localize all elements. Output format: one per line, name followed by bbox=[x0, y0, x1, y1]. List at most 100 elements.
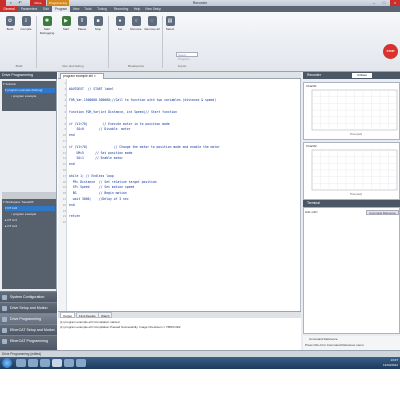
ethercat-programming-icon bbox=[2, 339, 7, 344]
nav-drive-programming[interactable]: Drive Programming bbox=[0, 313, 57, 324]
line-number: 9 bbox=[64, 128, 66, 132]
remove-all-button[interactable]: ◌ Remove all bbox=[144, 14, 160, 54]
taskbar-folder-icon[interactable] bbox=[64, 359, 74, 367]
taskbar-explorer-icon[interactable] bbox=[16, 359, 26, 367]
start-label: Start bbox=[62, 27, 70, 31]
drive-setup-icon bbox=[2, 306, 7, 311]
code-line: SO=0 // Disable motor bbox=[69, 127, 131, 132]
remove-all-label: Remove all bbox=[144, 27, 160, 31]
line-number: 23 bbox=[62, 209, 66, 213]
command-reference-hint: Press Ctrl+4 for Command Reference menu bbox=[305, 343, 364, 347]
group-run-debug: Run and Debug bbox=[62, 64, 84, 68]
taskbar-browser-icon[interactable] bbox=[28, 359, 38, 367]
output-line: (1) program example.ehl Compilation Pass… bbox=[60, 325, 181, 329]
workspace-header bbox=[2, 192, 56, 199]
line-number: 19 bbox=[62, 186, 66, 190]
build-label: Build bbox=[6, 27, 14, 31]
taskbar-clock[interactable]: 13:07 14/04/2012 bbox=[372, 358, 398, 368]
tree-label: program example bbox=[12, 94, 37, 98]
set-breakpoint-button[interactable]: ● Set bbox=[112, 14, 128, 54]
remove-all-icon: ◌ bbox=[147, 16, 157, 26]
set-label: Set bbox=[117, 27, 123, 31]
line-number: 5 bbox=[64, 105, 66, 109]
line-number: 2 bbox=[64, 87, 66, 91]
emergency-stop-button[interactable]: STOP bbox=[383, 44, 398, 59]
line-number: 16 bbox=[62, 169, 66, 172]
tree-item-dt-ax0[interactable]: ▾ DT Ax0 bbox=[5, 206, 55, 211]
tree-label: Workspace 'Saved#1' bbox=[5, 200, 35, 204]
terminal-header: Terminal bbox=[303, 200, 400, 207]
clock-time: 13:07 bbox=[390, 358, 398, 362]
tree-label: DT Ax1 bbox=[7, 218, 18, 222]
tree-item-dt-ax2[interactable]: ▸ DT Ax2 bbox=[5, 224, 17, 229]
start-debugging-button[interactable]: ✱ Start Debugging bbox=[38, 14, 56, 54]
code-line: PR= Distance // Set relative target posi… bbox=[69, 179, 157, 184]
start-button-icon[interactable] bbox=[2, 358, 12, 368]
start-button[interactable]: ▶ Start bbox=[58, 14, 74, 54]
start-debugging-label: Start Debugging bbox=[39, 27, 55, 35]
ribbon-separator bbox=[108, 16, 109, 68]
pause-button[interactable]: ‖ Pause bbox=[74, 14, 90, 54]
taskbar-word-icon[interactable] bbox=[76, 359, 86, 367]
nav-system-configuration[interactable]: System Configuration bbox=[0, 291, 57, 302]
code-line: return bbox=[69, 214, 81, 219]
code-line: end bbox=[69, 133, 75, 138]
pause-icon: ‖ bbox=[77, 16, 87, 26]
command-reference-button[interactable]: Command Reference bbox=[366, 210, 399, 215]
compile-icon: ⇩ bbox=[21, 16, 31, 26]
tree-item-solution[interactable]: ▾ Solution bbox=[3, 82, 16, 87]
system-config-icon bbox=[2, 295, 7, 300]
terminal-pane[interactable] bbox=[303, 207, 400, 334]
taskbar-app-icon[interactable] bbox=[52, 359, 62, 367]
tree-label: program example bbox=[12, 212, 37, 216]
nav-ethercat-programming[interactable]: EtherCAT Programming bbox=[0, 335, 57, 350]
ribbon-separator bbox=[162, 16, 163, 68]
line-number: 6 bbox=[64, 111, 66, 114]
nav-label: EtherCAT Setup and Motion bbox=[10, 328, 55, 332]
code-line: #AUTOEXT // START label bbox=[69, 86, 114, 91]
debug-icon: ✱ bbox=[42, 16, 52, 26]
group-breakpoints: Breakpoints bbox=[128, 64, 144, 68]
stop-button[interactable]: ■ Stop bbox=[90, 14, 106, 54]
select-program-dropdown[interactable]: Select Program bbox=[176, 52, 198, 61]
tree-item-program-file[interactable]: ▫ program example bbox=[11, 94, 36, 99]
tree-label: Solution bbox=[5, 82, 17, 86]
remove-breakpoint-button[interactable]: ○ Remove bbox=[128, 14, 144, 54]
set-icon: ● bbox=[115, 16, 125, 26]
select-label: Select bbox=[165, 27, 175, 31]
recorder-tab-uniface[interactable]: Uniface bbox=[352, 73, 372, 78]
line-number: 25 bbox=[62, 221, 66, 225]
code-line: while 1; // Endless loop bbox=[69, 173, 114, 178]
code-line: SO=1 // Enable motor bbox=[69, 156, 124, 161]
nav-drive-setup[interactable]: Drive Setup and Motion bbox=[0, 302, 57, 313]
code-line: if (V1<70) // Execute motor in to positi… bbox=[69, 121, 170, 126]
ethercat-setup-icon bbox=[2, 328, 7, 333]
pause-label: Pause bbox=[77, 27, 87, 31]
line-number: 24 bbox=[62, 215, 66, 219]
terminal-prompt: G01 ult0> bbox=[305, 210, 319, 214]
line-number: 18 bbox=[62, 180, 66, 184]
line-number: 8 bbox=[64, 122, 66, 126]
tree-item-workspace[interactable]: ▾ Workspace 'Saved#1' bbox=[3, 200, 34, 205]
clock-date: 14/04/2012 bbox=[382, 363, 398, 367]
window-title: Recorder bbox=[192, 1, 208, 5]
nav-ethercat-setup[interactable]: EtherCAT Setup and Motion bbox=[0, 324, 57, 335]
ribbon-separator bbox=[36, 16, 37, 68]
tree-item-program-debug[interactable]: ▾ program example (Debug) bbox=[5, 88, 55, 93]
build-button[interactable]: ⚙ Build bbox=[2, 14, 18, 54]
tree-item-dt-ax1[interactable]: ▸ DT Ax1 bbox=[5, 218, 17, 223]
compile-label: Compile bbox=[20, 27, 32, 31]
build-icon: ⚙ bbox=[5, 16, 15, 26]
line-number: 15 bbox=[62, 163, 66, 167]
select-button[interactable]: ▤ Select bbox=[164, 14, 176, 54]
tree-item-program-example[interactable]: ▫ program example bbox=[11, 212, 36, 217]
compile-button[interactable]: ⇩ Compile bbox=[18, 14, 34, 54]
code-line: wait 3000; //Delay of 3 sec bbox=[69, 197, 129, 201]
group-build: Build bbox=[15, 64, 23, 68]
taskbar-media-icon[interactable] bbox=[40, 359, 50, 367]
nav-label: System Configuration bbox=[10, 295, 45, 299]
status-bar bbox=[0, 350, 400, 357]
select-icon: ▤ bbox=[165, 16, 175, 26]
tree-label: DT Ax0 bbox=[7, 206, 18, 210]
line-number: 12 bbox=[62, 145, 66, 149]
